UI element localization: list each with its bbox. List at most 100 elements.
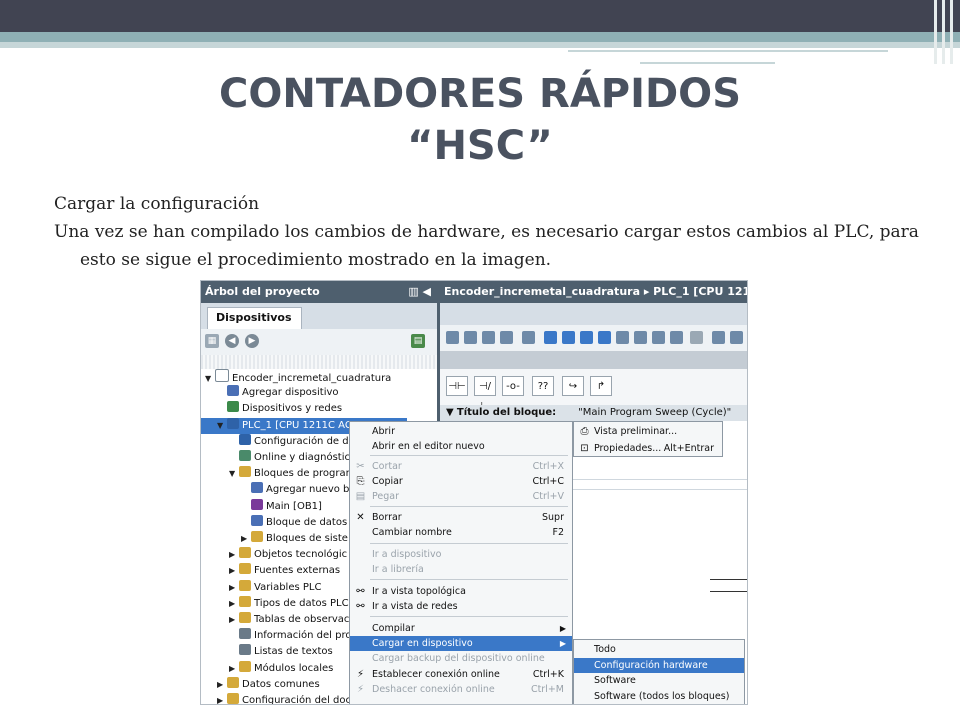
expand-arrow-icon[interactable]: ▶ [229, 596, 239, 612]
toolbar-icon[interactable] [616, 331, 629, 344]
info-icon [239, 628, 251, 640]
menu-item-ir-a-vista-topológica[interactable]: ⚯ Ir a vista topológica [350, 584, 572, 599]
coil-button[interactable]: -o- [502, 376, 524, 396]
expand-arrow-icon[interactable]: ▼ [446, 407, 457, 418]
forward-icon[interactable]: ▶ [245, 334, 259, 348]
toolbar-icon[interactable] [598, 331, 611, 344]
toolbar-icon[interactable] [730, 331, 743, 344]
toolbar-icon[interactable] [670, 331, 683, 344]
menu-item-pegar: ▤ Pegar Ctrl+V [350, 489, 572, 504]
expand-arrow-icon[interactable]: ▶ [217, 693, 227, 704]
project-tree-header: Árbol del proyecto ▥ ◀ [201, 281, 437, 303]
toolbar-icon[interactable] [464, 331, 477, 344]
menu-item-ir-a-vista-de-redes[interactable]: ⚯ Ir a vista de redes [350, 599, 572, 614]
tab-dispositivos[interactable]: Dispositivos [207, 307, 302, 329]
menu-item-borrar[interactable]: ✕ Borrar Supr [350, 510, 572, 525]
tree-item-label: Listas de textos [254, 646, 333, 658]
toolbar-icon[interactable] [522, 331, 535, 344]
submenu-arrow-icon: ▶ [559, 639, 566, 648]
tree-item-label: Datos comunes [242, 678, 320, 690]
expand-arrow-icon[interactable]: ▶ [229, 661, 239, 677]
menu-item-label: Pegar [372, 491, 399, 502]
tree-item[interactable]: Agregar dispositivo [201, 385, 453, 401]
folder-icon [251, 531, 263, 542]
tree-item-label: Dispositivos y redes [242, 403, 343, 415]
menu-item-icon: ⎘ [356, 476, 365, 487]
block-title-value: "Main Program Sweep (Cycle)" [578, 407, 732, 418]
toolbar-icon[interactable] [544, 331, 557, 344]
menu-item-shortcut: Supr [542, 512, 564, 523]
menu-item-cambiar-nombre[interactable]: Cambiar nombre F2 [350, 525, 572, 540]
menu-item-abrir-en-el-editor-nuevo[interactable]: Abrir en el editor nuevo [350, 439, 572, 454]
menu-item-copiar[interactable]: ⎘ Copiar Ctrl+C [350, 474, 572, 489]
expand-arrow-icon[interactable]: ▶ [229, 580, 239, 596]
toolbar-icon[interactable] [500, 331, 513, 344]
back-icon[interactable]: ◀ [225, 334, 239, 348]
menu-item-establecer-conexión-online[interactable]: ⚡ Establecer conexión online Ctrl+K [350, 667, 572, 682]
menu-item-label: Cambiar nombre [372, 527, 452, 538]
menu-item-label: Ir a librería [372, 564, 424, 575]
collapse-panel-icon[interactable]: ▥ ◀ [408, 281, 431, 303]
paragraph-text: Una vez se han compilado los cambios de … [54, 222, 919, 270]
folder-icon [239, 612, 251, 623]
tree-item[interactable]: ▼ Encoder_incremetal_cuadratura [201, 369, 441, 385]
menu-item-cargar-backup-del-dispositivo-online: Cargar backup del dispositivo online [350, 651, 572, 666]
close-branch-button[interactable]: ↱ [590, 376, 612, 396]
ladder-rung [710, 579, 747, 580]
menu-separator [370, 506, 568, 507]
submenu-item-configuración-hardware[interactable]: Configuración hardware [574, 657, 744, 673]
tree-item[interactable]: Dispositivos y redes [201, 401, 453, 417]
empty-box-button[interactable]: ?? [532, 376, 554, 396]
toolbar-icon[interactable] [690, 331, 703, 344]
collapse-arrow-icon[interactable]: ▼ [217, 418, 227, 434]
project-tree-column-strip [201, 355, 437, 369]
toolbar-icon[interactable] [634, 331, 647, 344]
tree-item-label: Bloques de siste [266, 533, 348, 544]
expand-arrow-icon[interactable]: ▶ [241, 531, 251, 547]
collapse-arrow-icon[interactable]: ▼ [229, 466, 239, 482]
toolbar-icon[interactable] [482, 331, 495, 344]
normally-open-contact-button[interactable]: ⊣⊢ [446, 376, 468, 396]
menu-item-icon: ✂ [356, 461, 365, 472]
expand-arrow-icon[interactable]: ▶ [229, 547, 239, 563]
slide-accent-stripe [0, 32, 960, 42]
folder-icon [239, 563, 251, 575]
menu-item-vista-preliminar[interactable]: ⎙ Vista preliminar... [574, 424, 722, 439]
normally-closed-contact-button[interactable]: ⊣/⊢ [474, 376, 496, 412]
toolbar-icon[interactable] [580, 331, 593, 344]
tree-item-label: Módulos locales [254, 662, 334, 674]
toolbar-icon[interactable] [446, 331, 459, 344]
submenu-item-software-todos-los-bloques[interactable]: Software (todos los bloques) [574, 689, 744, 704]
slide-title: CONTADORES RÁPIDOS [218, 71, 741, 117]
slide-body: Cargar la configuración Una vez se han c… [54, 190, 934, 274]
editor-breadcrumb: Encoder_incremetal_cuadratura ▸ PLC_1 [C… [440, 281, 747, 303]
menu-item-cargar-en-dispositivo[interactable]: Cargar en dispositivo ▶ [350, 636, 572, 651]
menu-item-abrir[interactable]: Abrir [350, 424, 572, 439]
submenu-item-software[interactable]: Software [574, 673, 744, 688]
toolbar-icon[interactable] [562, 331, 575, 344]
menu-item-ir-a-dispositivo: Ir a dispositivo [350, 547, 572, 562]
folder-icon [227, 693, 239, 704]
menu-item-shortcut: F2 [552, 527, 564, 538]
expand-arrow-icon[interactable]: ▶ [217, 677, 227, 693]
open-branch-button[interactable]: ↪ [562, 376, 584, 396]
menu-item-label: Compilar [372, 623, 415, 634]
submenu-item-todo[interactable]: Todo [574, 642, 744, 657]
tree-item-label: Agregar dispositivo [242, 387, 339, 399]
folder-icon [239, 466, 251, 478]
expand-arrow-icon[interactable]: ▶ [229, 612, 239, 628]
grid-view-icon[interactable]: ▦ [205, 334, 219, 348]
submenu-arrow-icon: ▶ [559, 624, 566, 633]
add-block-icon [251, 482, 263, 494]
menu-item-label: Borrar [372, 512, 402, 523]
toolbar-icon[interactable] [652, 331, 665, 344]
tree-item-label: Tablas de observac [254, 614, 350, 625]
toolbar-icon[interactable] [712, 331, 725, 344]
menu-item-shortcut: Ctrl+X [532, 461, 564, 472]
folder-icon [239, 660, 251, 672]
menu-item-compilar[interactable]: Compilar ▶ [350, 621, 572, 636]
expand-arrow-icon[interactable]: ▶ [229, 563, 239, 579]
menu-item-propiedades[interactable]: ⊡ Propiedades... Alt+Entrar [574, 441, 722, 456]
download-icon[interactable]: ▤ [411, 334, 425, 348]
folder-icon [239, 547, 251, 559]
